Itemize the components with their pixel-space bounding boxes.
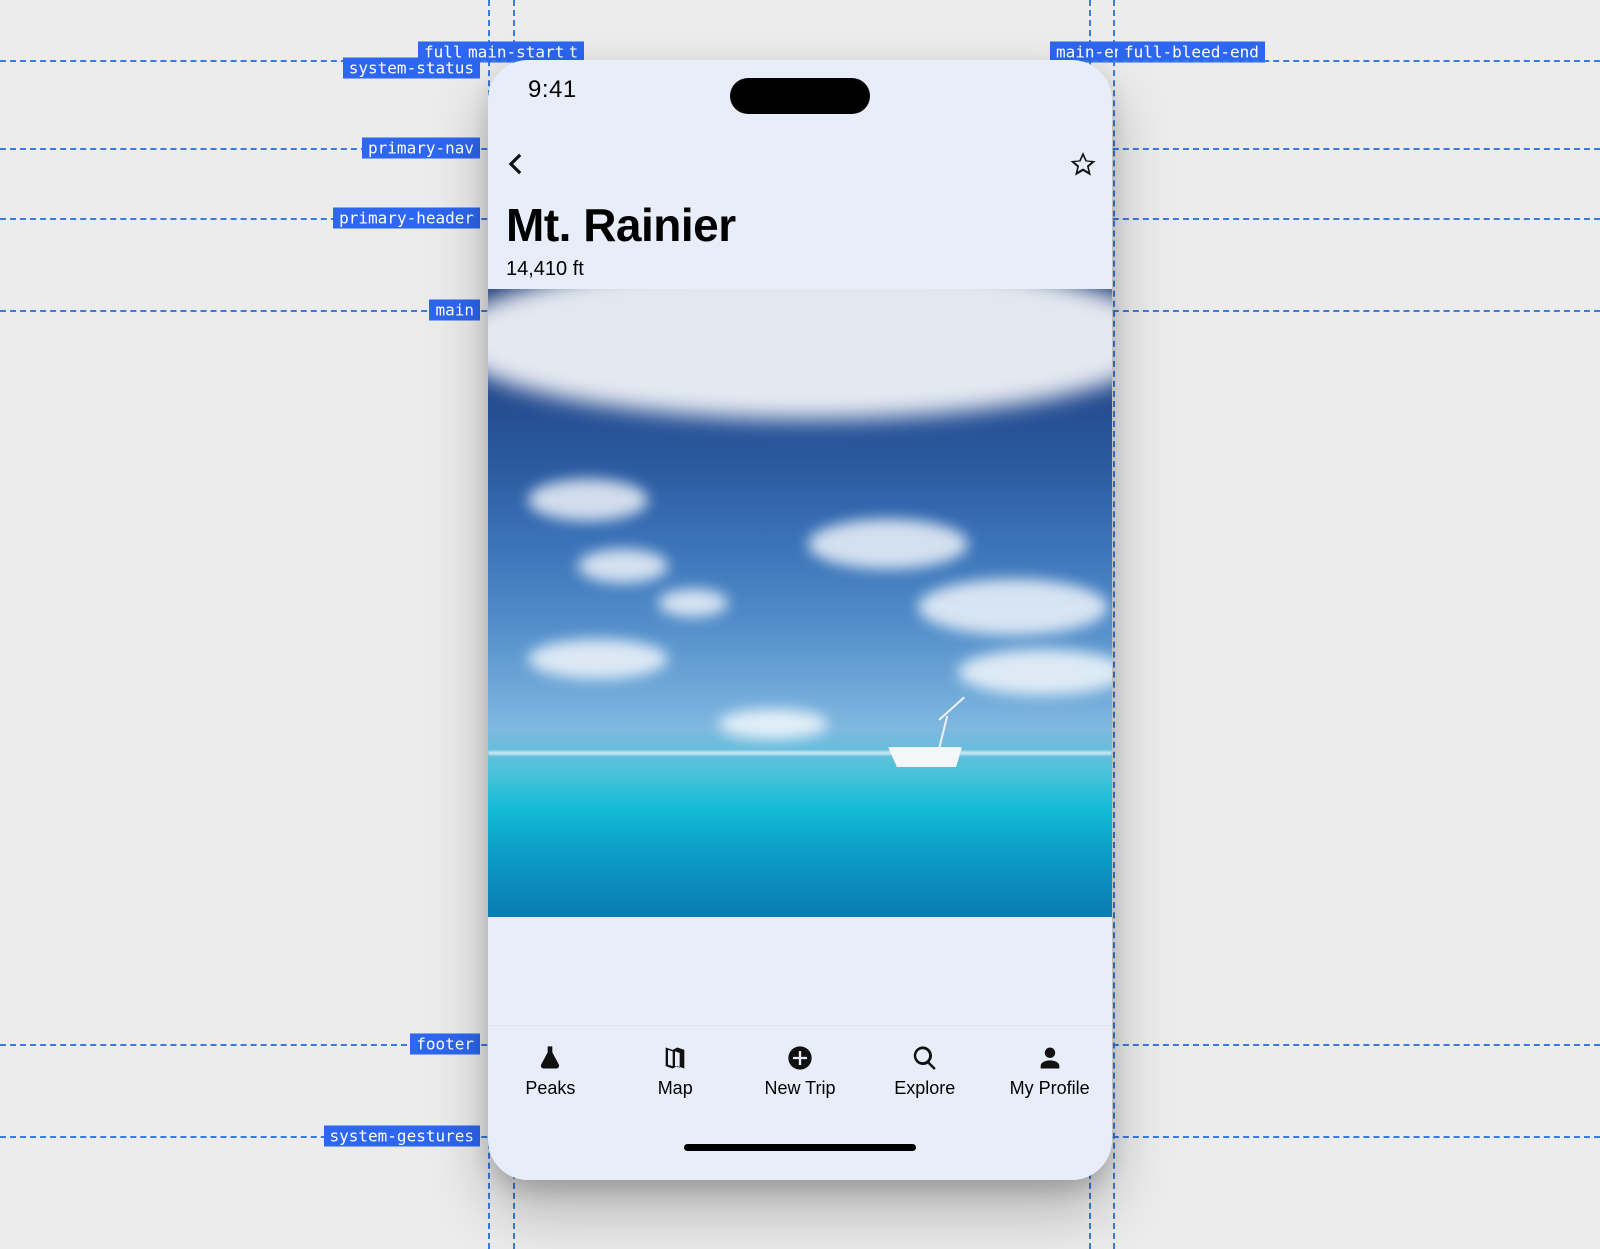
primary-header: Mt. Rainier 14,410 ft [488,188,1112,289]
guide-label-system-gestures: system-gestures [324,1126,481,1147]
tab-label: Explore [894,1078,955,1099]
tab-label: Map [658,1078,693,1099]
plus-circle-icon [786,1044,814,1072]
home-indicator[interactable] [684,1144,916,1151]
tab-label: New Trip [764,1078,835,1099]
tab-peaks[interactable]: Peaks [488,1026,613,1117]
boat-graphic [888,721,974,767]
tab-explore[interactable]: Explore [862,1026,987,1117]
person-icon [1036,1044,1064,1072]
tab-map[interactable]: Map [613,1026,738,1117]
dynamic-island [730,78,870,114]
tab-bar: Peaks Map New Trip Explore My Profile [488,1025,1112,1117]
guide-label-full-bleed-end: full-bleed-end [1118,42,1265,63]
primary-nav [488,120,1112,188]
tab-label: My Profile [1010,1078,1090,1099]
guide-label-primary-nav: primary-nav [362,138,480,159]
guide-label-system-status: system-status [343,58,480,79]
status-bar: 9:41 [488,60,1112,120]
tab-new-trip[interactable]: New Trip [738,1026,863,1117]
back-button[interactable] [502,149,532,179]
guide-label-primary-header: primary-header [333,208,480,229]
search-icon [911,1044,939,1072]
favorite-button[interactable] [1068,149,1098,179]
chevron-left-icon [502,149,532,179]
content-spacer [488,917,1112,1025]
phone-frame: 9:41 Mt. Rainier 14,410 ft [488,60,1112,1180]
page-title: Mt. Rainier [506,198,1094,252]
hero-image [488,289,1112,917]
guide-label-footer: footer [410,1034,480,1055]
guide-label-main: main [429,300,480,321]
map-icon [661,1044,689,1072]
star-outline-icon [1068,149,1098,179]
tab-my-profile[interactable]: My Profile [987,1026,1112,1117]
guide-full-bleed-end [1113,0,1115,1249]
tab-label: Peaks [525,1078,575,1099]
page-subtitle: 14,410 ft [506,258,1094,281]
flask-icon [536,1044,564,1072]
system-gesture-area [488,1117,1112,1167]
status-time: 9:41 [528,76,577,104]
